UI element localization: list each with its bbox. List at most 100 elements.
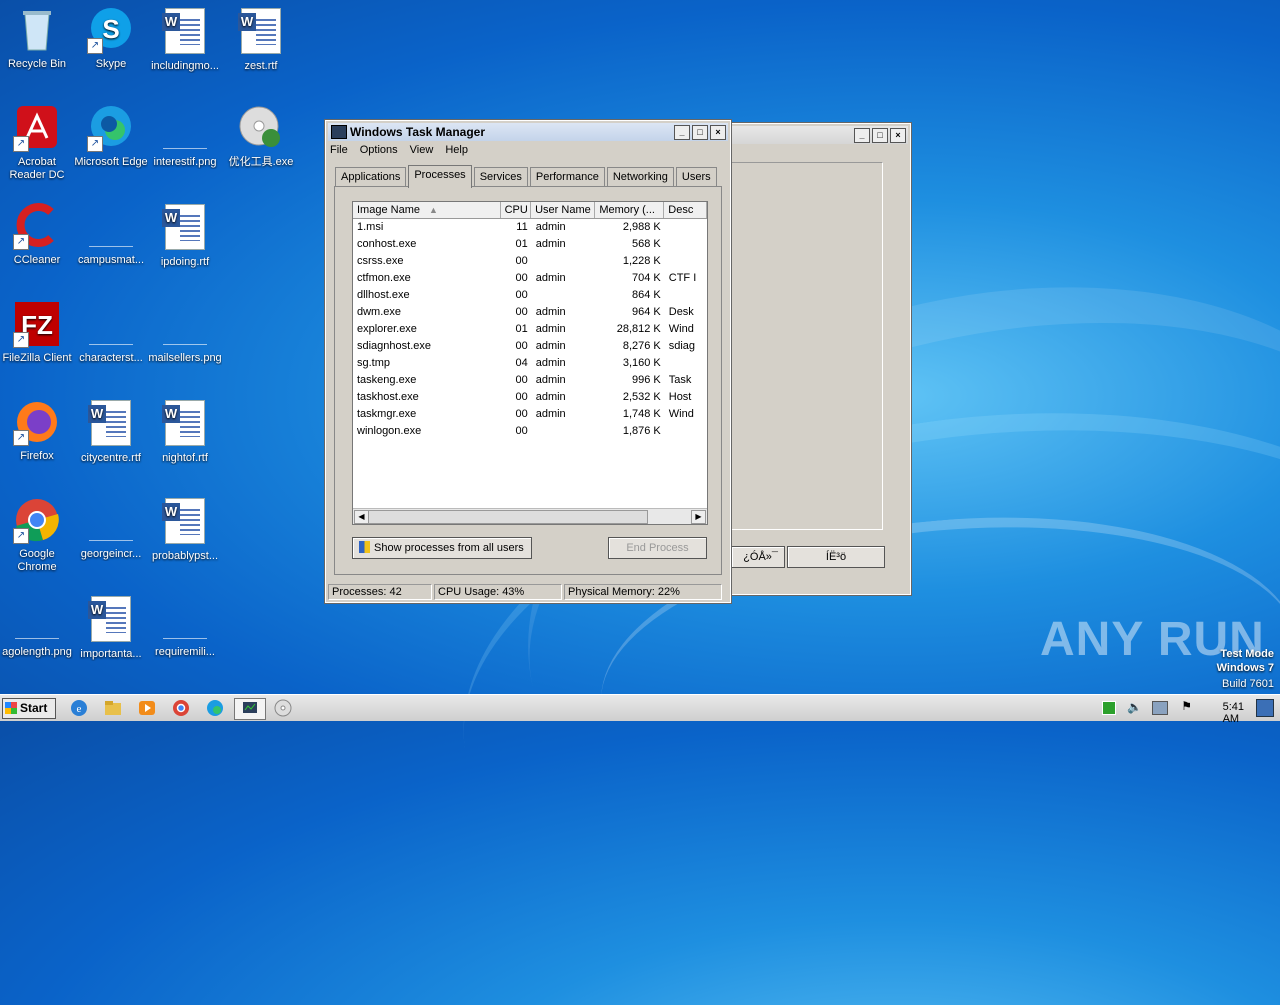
chrome-taskbar-icon[interactable]: [170, 698, 192, 718]
clock[interactable]: 5:41 AM: [1223, 701, 1244, 725]
media-player-icon[interactable]: [136, 698, 158, 718]
desktop-icon-skype[interactable]: S ↗ Skype: [74, 6, 148, 71]
desktop-icon-campusmat[interactable]: campusmat...: [74, 202, 148, 267]
desktop-icon-label: includingmo...: [151, 60, 219, 72]
desktop-icon-mailsellers[interactable]: mailsellers.png: [148, 300, 222, 365]
desktop-icon-zest[interactable]: W zest.rtf: [224, 6, 298, 73]
process-row[interactable]: dwm.exe 00 admin 964 K Desk: [353, 304, 707, 321]
desktop-icon-ipdoing[interactable]: W ipdoing.rtf: [148, 202, 222, 269]
word-document-icon: W: [161, 8, 209, 56]
close-button[interactable]: ×: [710, 124, 726, 140]
minimize-button[interactable]: _: [854, 127, 870, 143]
desktop-icon-edge[interactable]: ↗ Microsoft Edge: [74, 104, 148, 169]
process-description: Desk: [668, 306, 694, 318]
desktop-icon-agolength[interactable]: agolength.png: [0, 594, 74, 659]
volume-icon[interactable]: 🔈: [1127, 700, 1142, 714]
scrollbar-thumb[interactable]: [368, 510, 648, 524]
tab-processes[interactable]: Processes: [408, 165, 472, 188]
process-user: admin: [535, 357, 566, 369]
dialog-button-2[interactable]: ÍË³ö: [787, 546, 885, 568]
ie-icon[interactable]: e: [68, 698, 90, 718]
menu-help[interactable]: Help: [445, 144, 468, 156]
tab-users[interactable]: Users: [675, 167, 717, 187]
network-status-icon[interactable]: [1102, 701, 1116, 715]
desktop-icon-firefox[interactable]: ↗ Firefox: [0, 398, 74, 463]
menu-view[interactable]: View: [410, 144, 434, 156]
process-row[interactable]: conhost.exe 01 admin 568 K: [353, 236, 707, 253]
close-button[interactable]: ×: [890, 127, 906, 143]
desktop-icon-probablypst[interactable]: W probablypst...: [148, 496, 222, 563]
explorer-folder-icon[interactable]: [102, 698, 124, 718]
end-process-button[interactable]: End Process: [608, 537, 707, 559]
tab-services[interactable]: Services: [473, 167, 528, 187]
process-description: Host: [668, 391, 692, 403]
installer-taskbar-icon[interactable]: [272, 698, 294, 718]
process-memory: 704 K: [632, 272, 661, 284]
edge-taskbar-icon[interactable]: [204, 698, 226, 718]
process-row[interactable]: taskeng.exe 00 admin 996 K Task: [353, 372, 707, 389]
scroll-right-icon[interactable]: ▶: [691, 510, 706, 524]
process-list[interactable]: Image Name ▲ CPU User Name Memory (... D…: [352, 201, 708, 525]
tab-applications[interactable]: Applications: [335, 167, 407, 187]
desktop-icon-optimizer[interactable]: 优化工具.exe: [224, 104, 298, 169]
maximize-button[interactable]: □: [872, 127, 888, 143]
desktop-icon-characterst[interactable]: characterst...: [74, 300, 148, 365]
desktop-icon-nightof[interactable]: W nightof.rtf: [148, 398, 222, 465]
minimize-button[interactable]: _: [674, 124, 690, 140]
process-row[interactable]: 1.msi 11 admin 2,988 K: [353, 219, 707, 236]
horizontal-scrollbar[interactable]: ◀ ▶: [353, 508, 707, 524]
process-user: [532, 253, 596, 270]
desktop-icon-label: agolength.png: [2, 646, 72, 658]
dialog-button-1[interactable]: ¿ÓÅ»¯: [731, 546, 785, 568]
desktop-icon-filezilla[interactable]: FZ ↗ FileZilla Client: [0, 300, 74, 365]
show-desktop-icon[interactable]: [1256, 699, 1274, 717]
network-icon[interactable]: [1152, 701, 1168, 715]
process-row[interactable]: dllhost.exe 00 864 K: [353, 287, 707, 304]
process-row[interactable]: csrss.exe 00 1,228 K: [353, 253, 707, 270]
process-row[interactable]: winlogon.exe 00 1,876 K: [353, 423, 707, 440]
desktop-icon-georgeincr[interactable]: georgeincr...: [74, 496, 148, 561]
desktop-icon-acrobat[interactable]: ↗ Acrobat Reader DC: [0, 104, 74, 182]
column-header-image-name[interactable]: Image Name ▲: [353, 202, 501, 218]
desktop-icon-label: Recycle Bin: [7, 58, 67, 70]
start-button[interactable]: Start: [2, 698, 56, 719]
tab-networking[interactable]: Networking: [606, 167, 674, 187]
process-row[interactable]: sdiagnhost.exe 00 admin 8,276 K sdiag: [353, 338, 707, 355]
desktop-icon-interestif[interactable]: interestif.png: [148, 104, 222, 169]
process-name: ctfmon.exe: [357, 272, 411, 284]
column-header-cpu[interactable]: CPU: [501, 202, 532, 218]
column-header-user[interactable]: User Name: [531, 202, 596, 218]
desktop-icon-ccleaner[interactable]: ↗ CCleaner: [0, 202, 74, 267]
desktop-icon-requiremili[interactable]: requiremili...: [148, 594, 222, 659]
process-user: admin: [535, 391, 566, 403]
desktop-icon-chrome[interactable]: ↗ Google Chrome: [0, 496, 74, 574]
process-row[interactable]: ctfmon.exe 00 admin 704 K CTF I: [353, 270, 707, 287]
column-header-memory[interactable]: Memory (...: [595, 202, 665, 218]
process-description: [665, 355, 707, 372]
process-row[interactable]: taskmgr.exe 00 admin 1,748 K Wind: [353, 406, 707, 423]
task-manager-taskbar-button[interactable]: [234, 698, 266, 720]
process-row[interactable]: taskhost.exe 00 admin 2,532 K Host: [353, 389, 707, 406]
menu-file[interactable]: File: [330, 144, 348, 156]
scroll-left-icon[interactable]: ◀: [354, 510, 369, 524]
desktop-icon-including[interactable]: W includingmo...: [148, 6, 222, 73]
desktop-icon-citycentre[interactable]: W citycentre.rtf: [74, 398, 148, 465]
process-row[interactable]: explorer.exe 01 admin 28,812 K Wind: [353, 321, 707, 338]
desktop-icon-label: probablypst...: [151, 550, 219, 562]
status-cpu-usage: CPU Usage: 43%: [434, 584, 562, 600]
action-center-flag-icon[interactable]: ⚑: [1181, 699, 1192, 713]
process-name: sdiagnhost.exe: [357, 340, 431, 352]
process-cpu: 01: [515, 323, 528, 335]
process-name: sg.tmp: [357, 357, 391, 369]
show-all-users-button[interactable]: Show processes from all users: [352, 537, 532, 559]
tab-performance[interactable]: Performance: [529, 167, 605, 187]
desktop-icon-recycle-bin[interactable]: Recycle Bin: [0, 6, 74, 71]
menu-options[interactable]: Options: [360, 144, 398, 156]
process-row[interactable]: sg.tmp 04 admin 3,160 K: [353, 355, 707, 372]
task-manager-titlebar[interactable]: Windows Task Manager _ □ ×: [328, 123, 728, 141]
test-mode-label: Test Mode: [1220, 648, 1274, 660]
column-header-description[interactable]: Desc: [664, 202, 707, 218]
maximize-button[interactable]: □: [692, 124, 708, 140]
desktop-icon-importanta[interactable]: W importanta...: [74, 594, 148, 661]
process-cpu: 00: [515, 289, 528, 301]
